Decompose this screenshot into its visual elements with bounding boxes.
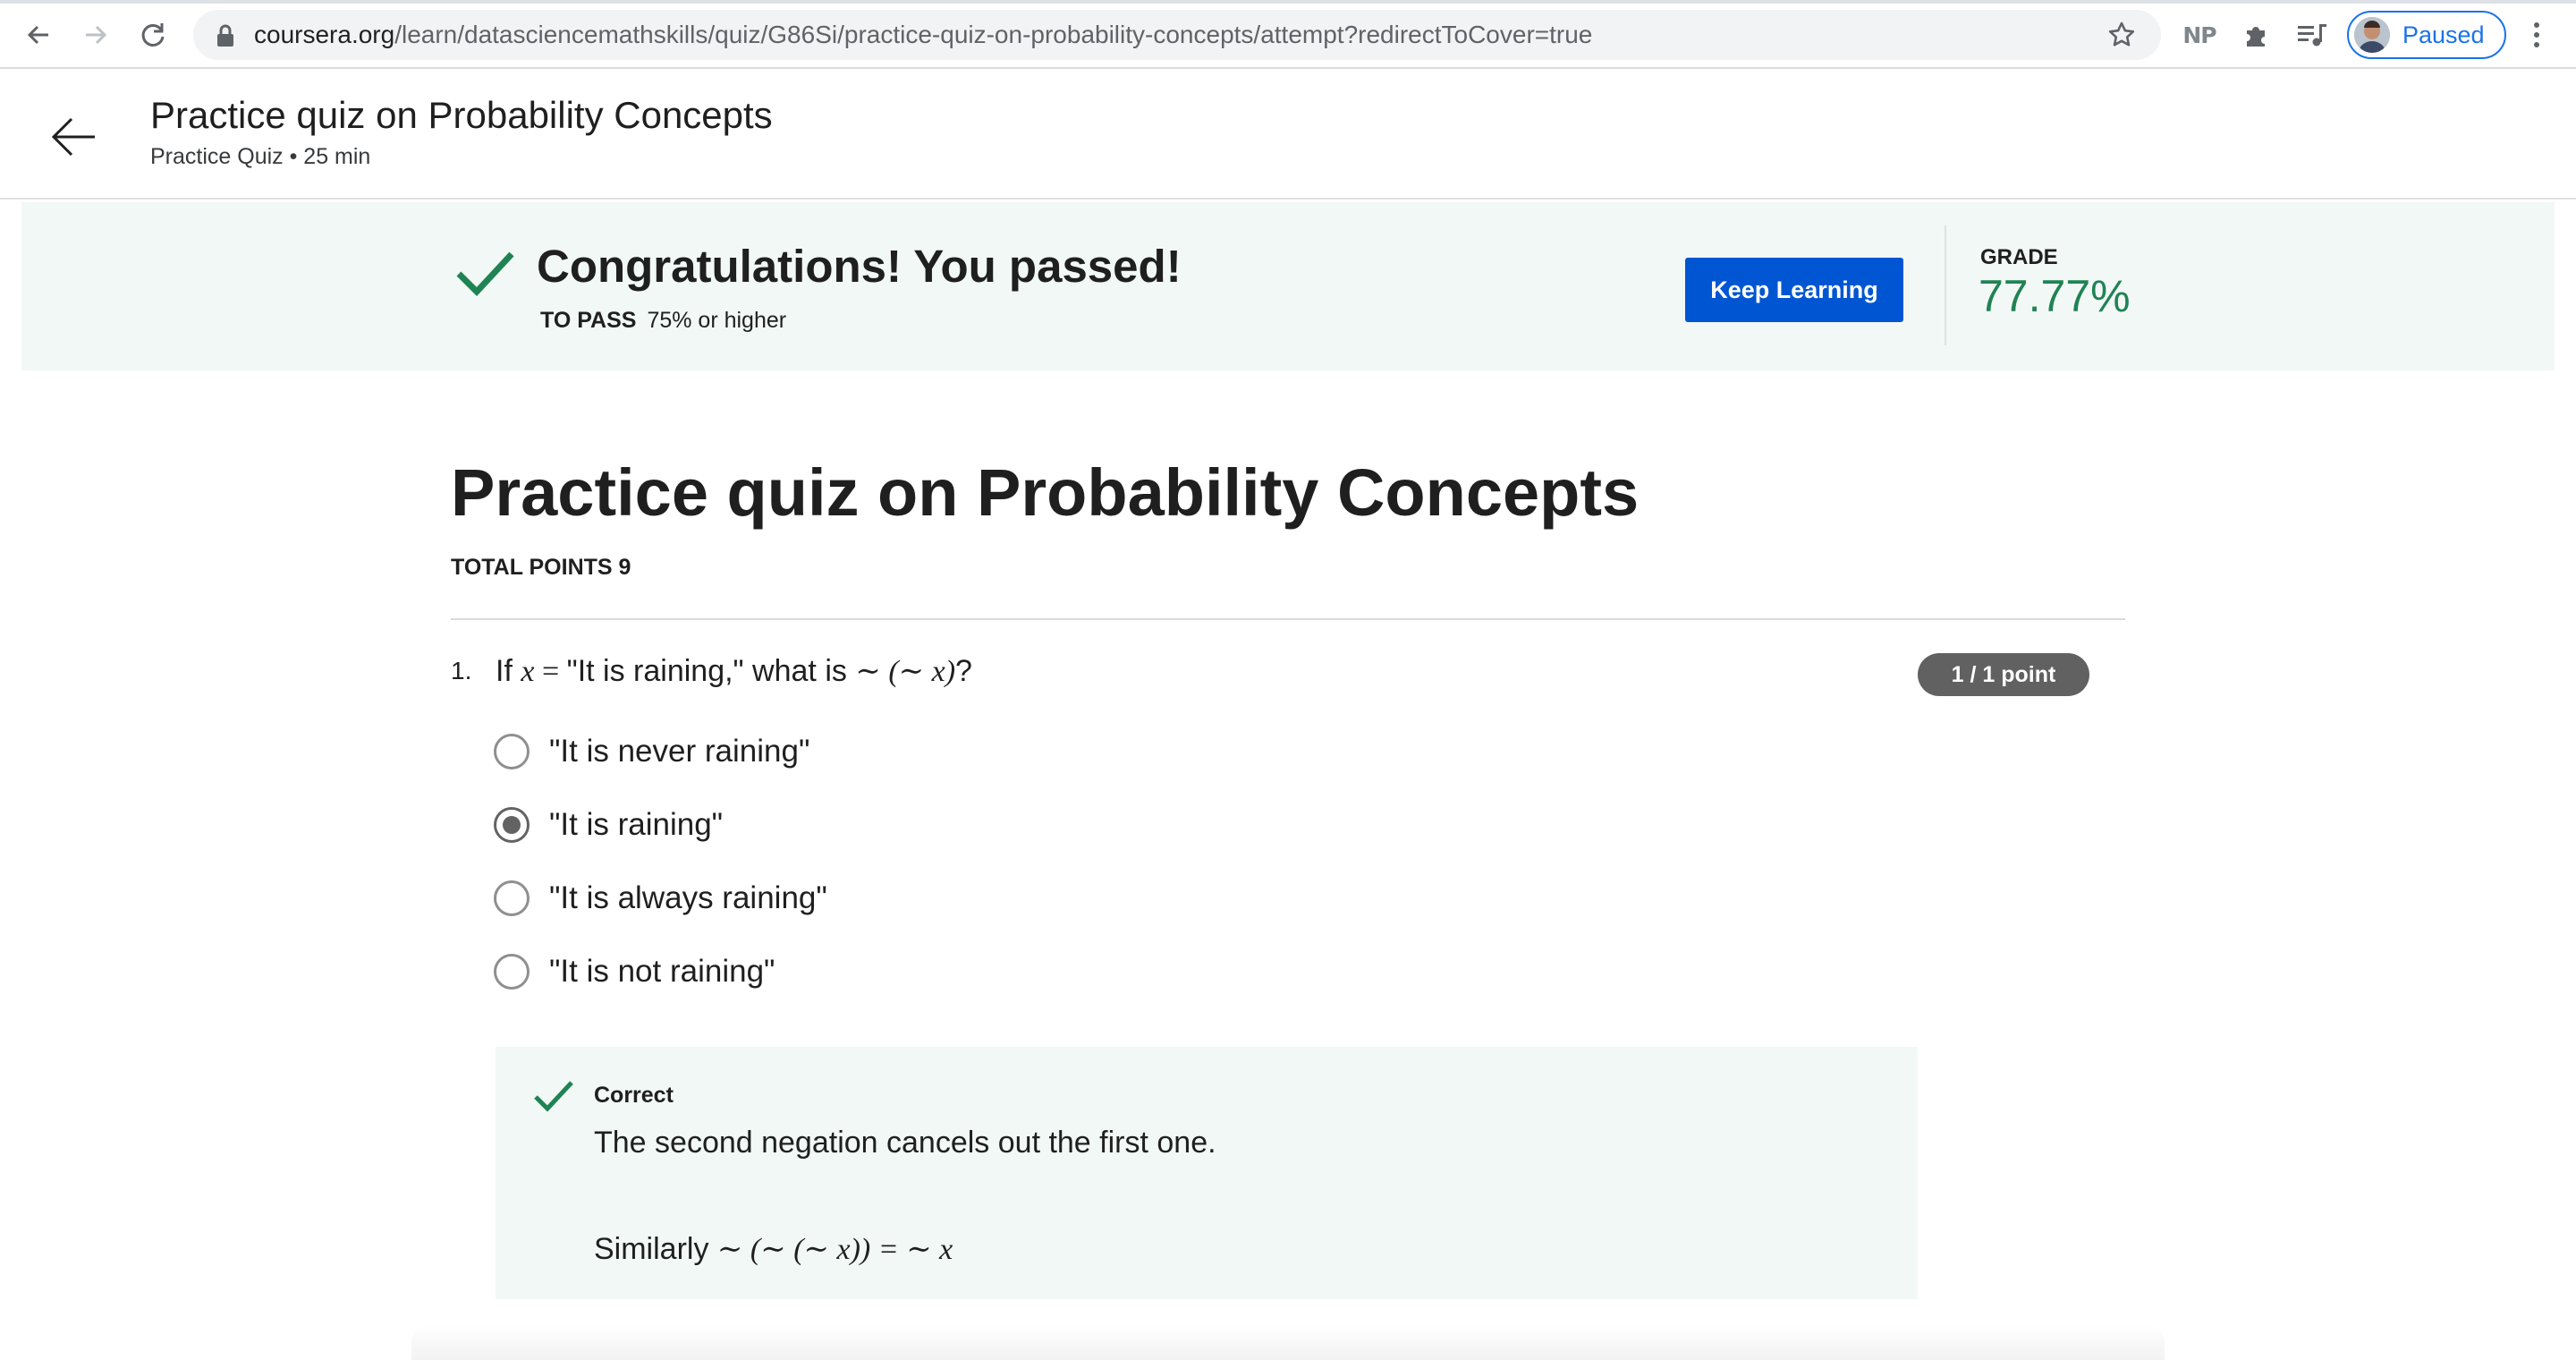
question-suffix: ? [955,654,972,688]
next-card-edge [411,1324,2165,1360]
grade-label: GRADE [1980,245,2058,269]
question-number: 1. [451,657,472,684]
bookmark-star-icon[interactable] [2107,21,2136,49]
radio-button-selected[interactable] [494,807,530,843]
url-host: coursera.org [254,21,395,48]
radio-button[interactable] [494,734,530,769]
forward-button[interactable] [75,14,116,55]
feedback-example-prefix: Similarly [594,1232,717,1266]
reload-button[interactable] [132,14,174,55]
feedback-example: Similarly ∼ (∼ (∼ x)) = ∼ x [594,1231,953,1267]
feedback-example-expression: ∼ (∼ (∼ x)) = ∼ x [716,1233,953,1266]
grade-value: 77.77% [1979,271,2131,321]
puzzle-icon [2247,27,2265,47]
option-label: "It is not raining" [549,954,775,989]
question-text: If x = "It is raining," what is ∼ (∼ x)? [496,653,972,689]
points-badge: 1 / 1 point [1918,653,2089,696]
browser-toolbar: coursera.org/learn/datasciencemathskills… [0,0,2576,69]
option-label: "It is always raining" [549,880,827,915]
item-header: Practice quiz on Probability Concepts Pr… [0,71,2576,200]
np-extension-icon[interactable]: NP [2181,16,2218,54]
media-control-button[interactable] [2293,16,2331,54]
radio-button[interactable] [494,954,530,990]
checkmark-icon [534,1081,573,1112]
extensions-button[interactable] [2238,16,2275,54]
pass-banner: Congratulations! You passed! TO PASS 75% … [21,202,2555,370]
option-label: "It is never raining" [549,734,810,769]
back-arrow-icon[interactable] [47,110,100,164]
reload-icon [141,23,165,47]
back-button[interactable] [18,14,59,55]
page-title: Practice quiz on Probability Concepts [150,94,773,136]
playlist-music-icon [2298,24,2326,47]
to-pass-value: 75% or higher [647,308,787,333]
np-extension-label: NP [2182,21,2216,48]
lock-icon [217,24,233,47]
feedback-text: The second negation cancels out the firs… [594,1126,1216,1160]
more-menu-icon[interactable] [2519,16,2555,54]
url-text[interactable]: coursera.org/learn/datasciencemathskills… [254,10,1592,60]
question-prefix: If [496,654,521,688]
profile-button[interactable]: Paused [2347,11,2506,59]
banner-divider [1945,225,1946,345]
to-pass-label: TO PASS [540,308,637,333]
back-arrow-icon [27,25,48,45]
question-variable: x [521,655,535,688]
divider [451,618,2125,620]
answer-option-selected[interactable]: "It is raining" [494,803,723,846]
checkmark-icon [456,251,514,297]
answer-option[interactable]: "It is always raining" [494,877,827,920]
page-subtitle: Practice Quiz • 25 min [150,144,371,169]
avatar [2354,17,2390,53]
total-points: TOTAL POINTS 9 [451,555,631,580]
profile-status: Paused [2402,21,2485,48]
forward-arrow-icon [86,25,107,45]
avatar-photo [2354,17,2390,53]
quiz-title: Practice quiz on Probability Concepts [451,455,1640,530]
keep-learning-button[interactable]: Keep Learning [1685,258,1903,322]
pass-requirement: TO PASS 75% or higher [540,308,786,334]
address-bar[interactable]: coursera.org/learn/datasciencemathskills… [193,10,2161,60]
tab-strip-edge [0,0,2576,4]
feedback-status: Correct [594,1083,674,1108]
answer-option[interactable]: "It is not raining" [494,950,775,993]
question-quote: "It is raining," what is [566,654,856,688]
pass-message: Congratulations! You passed! [537,241,1182,292]
radio-button[interactable] [494,880,530,916]
question-equals: = [534,655,567,688]
question-expression: ∼ (∼ x) [855,655,956,688]
url-path: /learn/datasciencemathskills/quiz/G86Si/… [394,21,1593,48]
answer-option[interactable]: "It is never raining" [494,730,809,773]
feedback-panel: Correct The second negation cancels out … [496,1047,1918,1299]
option-label: "It is raining" [549,807,724,842]
